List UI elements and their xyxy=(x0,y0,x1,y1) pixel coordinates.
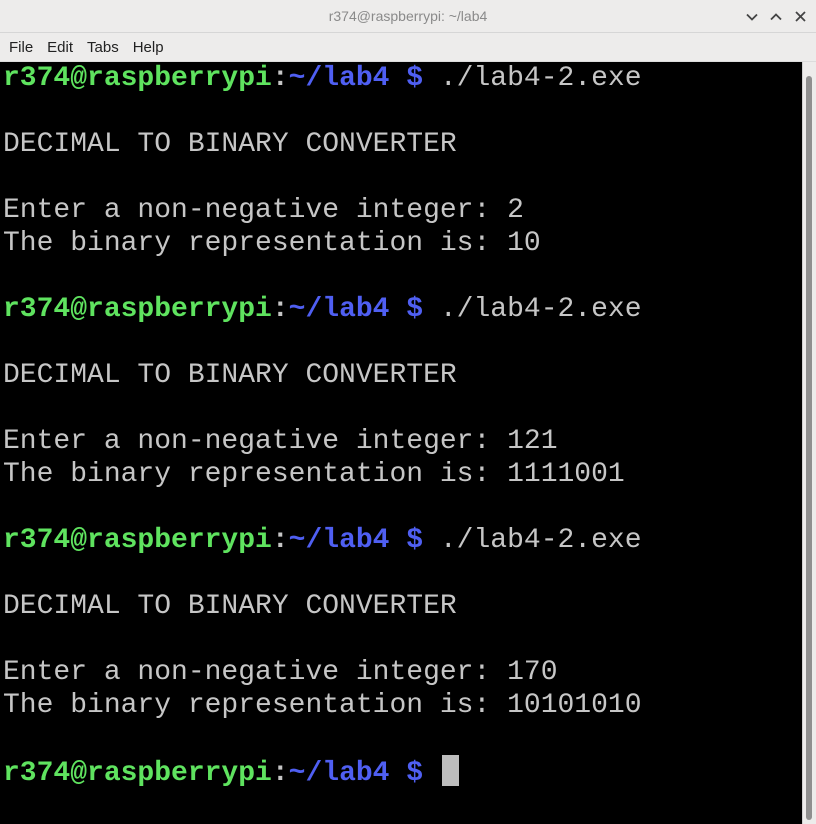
prompt-user: r374@raspberrypi xyxy=(3,63,272,94)
terminal-output[interactable]: r374@raspberrypi:~/lab4 $ ./lab4-2.exe D… xyxy=(0,62,802,824)
menu-bar: File Edit Tabs Help xyxy=(0,33,816,62)
command-text: ./lab4-2.exe xyxy=(423,63,642,94)
menu-file[interactable]: File xyxy=(2,33,40,62)
prompt-user: r374@raspberrypi xyxy=(3,525,272,556)
prompt-user: r374@raspberrypi xyxy=(3,758,272,789)
prompt-colon: : xyxy=(271,294,289,325)
prompt-path: ~/lab4 $ xyxy=(288,63,424,94)
command-text: ./lab4-2.exe xyxy=(423,525,642,556)
prompt-colon: : xyxy=(271,758,289,789)
prompt-user: r374@raspberrypi xyxy=(3,294,272,325)
menu-edit[interactable]: Edit xyxy=(40,33,80,62)
chevron-up-icon xyxy=(770,12,782,20)
command-text: ./lab4-2.exe xyxy=(423,294,642,325)
result-line: The binary representation is: 10101010 xyxy=(3,690,642,721)
program-header: DECIMAL TO BINARY CONVERTER xyxy=(3,360,457,391)
prompt-path: ~/lab4 $ xyxy=(288,525,424,556)
result-line: The binary representation is: 1111001 xyxy=(3,459,625,490)
title-bar[interactable]: r374@raspberrypi: ~/lab4 xyxy=(0,0,816,33)
menu-tabs[interactable]: Tabs xyxy=(80,33,126,62)
program-header: DECIMAL TO BINARY CONVERTER xyxy=(3,129,457,160)
window-controls xyxy=(742,0,810,33)
prompt-colon: : xyxy=(271,63,289,94)
prompt-path: ~/lab4 $ xyxy=(288,758,424,789)
terminal-window: r374@raspberrypi: ~/lab4 File Edit Tabs … xyxy=(0,0,816,824)
minimize-button[interactable] xyxy=(742,7,762,27)
prompt-path: ~/lab4 $ xyxy=(288,294,424,325)
program-header: DECIMAL TO BINARY CONVERTER xyxy=(3,591,457,622)
prompt-line: r374@raspberrypi:~/lab4 $ ./lab4-2.exe xyxy=(3,293,642,326)
close-button[interactable] xyxy=(790,7,810,27)
active-prompt-line[interactable]: r374@raspberrypi:~/lab4 $ xyxy=(3,755,459,789)
input-prompt-line: Enter a non-negative integer: 2 xyxy=(3,195,524,226)
input-prompt-line: Enter a non-negative integer: 170 xyxy=(3,657,558,688)
prompt-colon: : xyxy=(271,525,289,556)
input-prompt-line: Enter a non-negative integer: 121 xyxy=(3,426,558,457)
maximize-button[interactable] xyxy=(766,7,786,27)
scrollbar-thumb[interactable] xyxy=(806,76,812,820)
menu-help[interactable]: Help xyxy=(126,33,171,62)
prompt-line: r374@raspberrypi:~/lab4 $ ./lab4-2.exe xyxy=(3,524,642,557)
window-title: r374@raspberrypi: ~/lab4 xyxy=(328,8,488,24)
chevron-down-icon xyxy=(746,13,758,21)
result-line: The binary representation is: 10 xyxy=(3,228,541,259)
close-icon xyxy=(794,11,806,22)
vertical-scrollbar[interactable] xyxy=(802,62,816,824)
text-cursor xyxy=(441,755,459,786)
prompt-line: r374@raspberrypi:~/lab4 $ ./lab4-2.exe xyxy=(3,62,642,95)
